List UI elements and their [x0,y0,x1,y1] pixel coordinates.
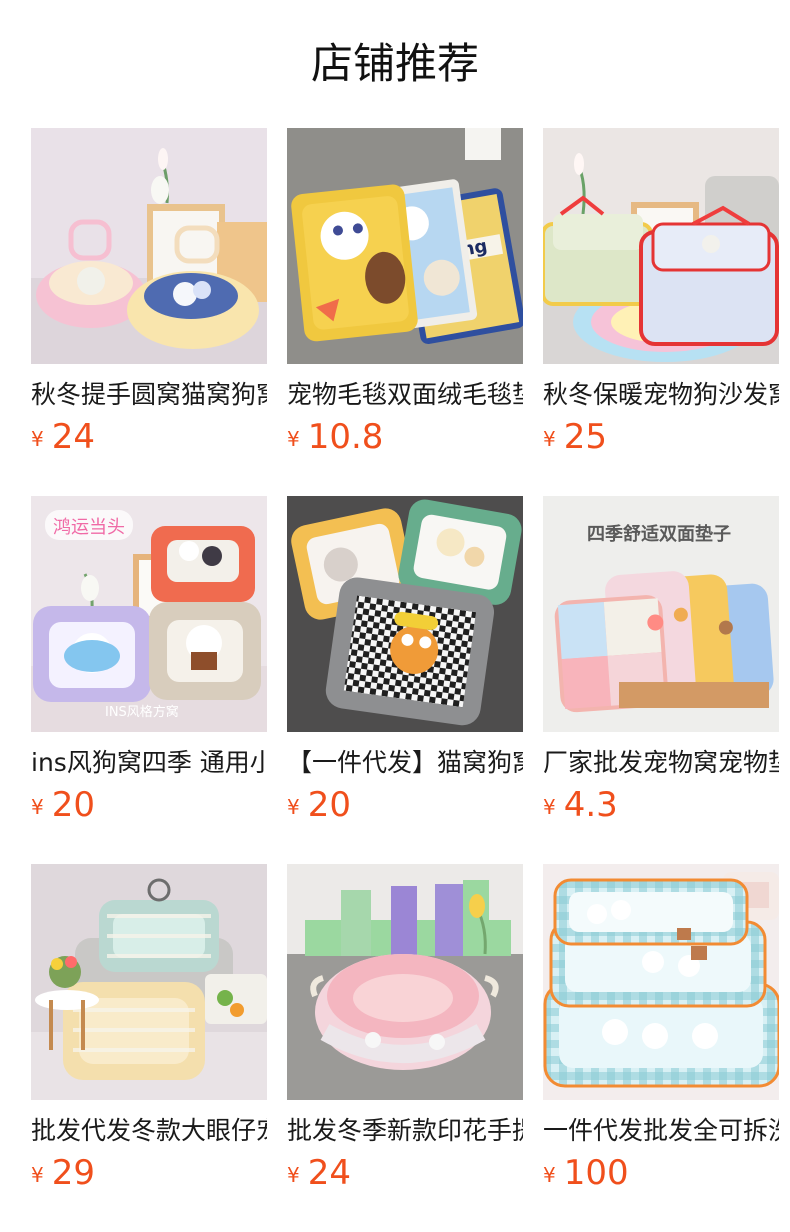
pet-blankets-photo[interactable]: othing [287,128,523,364]
product-name[interactable]: 批发冬季新款印花手提 [287,1114,523,1150]
product-card[interactable]: 秋冬保暖宠物狗沙发窝 ¥25 [543,128,779,458]
price-value: 4.3 [563,785,618,825]
product-price: ¥29 [31,1151,95,1194]
square-pet-beds-photo[interactable] [287,496,523,732]
price-value: 20 [51,785,95,825]
pet-pads-image: 四季舒适双面垫子 [543,496,779,732]
currency-symbol: ¥ [543,1163,556,1187]
pet-sofa-beds-image [543,128,779,364]
product-price: ¥100 [543,1151,629,1194]
product-name[interactable]: 宠物毛毯双面绒毛毯垫 [287,378,523,414]
product-price: ¥24 [31,415,95,458]
gingham-pet-beds-photo[interactable] [543,864,779,1100]
product-card[interactable]: 鸿运当头 INS风格方窝 ins风狗窝四季 通用小型 ¥20 [31,496,267,826]
image-caption: INS风格方窝 [105,704,179,720]
product-card[interactable]: 秋冬提手圆窝猫窝狗窝 ¥24 [31,128,267,458]
pink-round-pet-bed-image [287,864,523,1100]
product-card[interactable]: 批发冬季新款印花手提 ¥24 [287,864,523,1194]
product-price: ¥4.3 [543,783,618,826]
currency-symbol: ¥ [287,795,300,819]
product-card[interactable]: othing [287,128,523,458]
gingham-pet-beds-image [543,864,779,1100]
product-price: ¥20 [287,783,351,826]
pet-pads-photo[interactable]: 四季舒适双面垫子 [543,496,779,732]
product-name[interactable]: 【一件代发】猫窝狗窝 [287,746,523,782]
price-value: 10.8 [307,417,384,457]
product-price: ¥25 [543,415,607,458]
promo-overlay-text: 鸿运当头 [53,517,125,538]
product-price: ¥20 [31,783,95,826]
round-pet-beds-photo[interactable] [31,128,267,364]
product-name[interactable]: 秋冬提手圆窝猫窝狗窝 [31,378,267,414]
price-value: 100 [563,1153,629,1193]
currency-symbol: ¥ [287,427,300,451]
product-name[interactable]: 一件代发批发全可拆洗 [543,1114,779,1150]
striped-pet-beds-image [31,864,267,1100]
product-name[interactable]: 厂家批发宠物窝宠物垫 [543,746,779,782]
page-title: 店铺推荐 [310,39,479,88]
currency-symbol: ¥ [287,1163,300,1187]
product-price: ¥24 [287,1151,351,1194]
price-value: 24 [307,1153,351,1193]
price-value: 20 [307,785,351,825]
product-card[interactable]: 一件代发批发全可拆洗 ¥100 [543,864,779,1194]
promo-overlay-text: 四季舒适双面垫子 [587,523,731,545]
product-price: ¥10.8 [287,415,383,458]
product-name[interactable]: 秋冬保暖宠物狗沙发窝 [543,378,779,414]
price-value: 24 [51,417,95,457]
currency-symbol: ¥ [31,427,44,451]
striped-pet-beds-photo[interactable] [31,864,267,1100]
product-card[interactable]: 四季舒适双面垫子 厂家批发宠物窝宠物垫 ¥ 4.3 [543,496,779,826]
product-card[interactable]: 批发代发冬款大眼仔宠 ¥29 [31,864,267,1194]
pet-blankets-image: othing [287,128,523,364]
currency-symbol: ¥ [31,1163,44,1187]
ins-style-pet-beds-image: 鸿运当头 INS风格方窝 [31,496,267,732]
currency-symbol: ¥ [31,795,44,819]
product-name[interactable]: ins风狗窝四季 通用小型 [31,746,267,782]
currency-symbol: ¥ [543,795,556,819]
price-value: 25 [563,417,607,457]
pet-sofa-beds-photo[interactable] [543,128,779,364]
store-recommendations-page: 店铺推荐 秋冬提手圆窝猫窝狗窝 ¥ 24 宠物毛毯双面绒毛毯垫 ¥ 10.8 秋… [0,0,790,1232]
square-pet-beds-image [287,496,523,732]
product-name[interactable]: 批发代发冬款大眼仔宠 [31,1114,267,1150]
pink-round-pet-bed-photo[interactable] [287,864,523,1100]
product-card[interactable]: 【一件代发】猫窝狗窝 ¥20 [287,496,523,826]
ins-style-pet-beds-photo[interactable]: 鸿运当头 INS风格方窝 [31,496,267,732]
currency-symbol: ¥ [543,427,556,451]
round-pet-beds-image [31,128,267,364]
price-value: 29 [51,1153,95,1193]
